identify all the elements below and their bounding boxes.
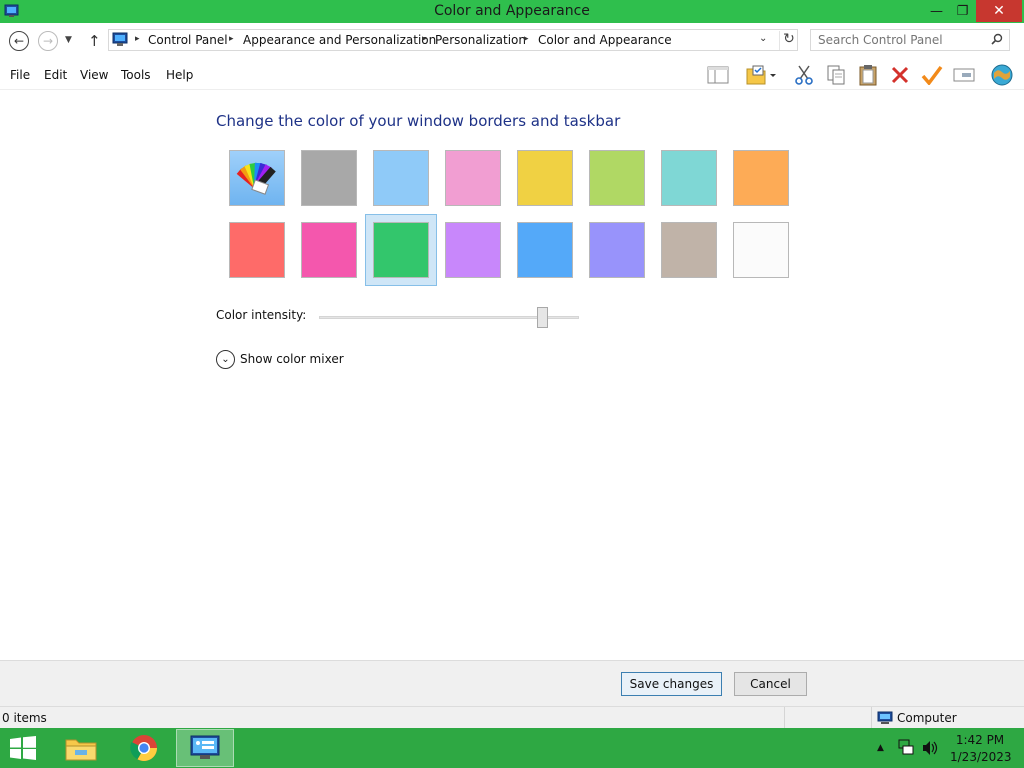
color-swatch[interactable] [589, 222, 645, 278]
address-bar[interactable]: ▸ Control Panel ▸ Appearance and Persona… [108, 29, 798, 51]
title-bar: Color and Appearance — ❐ ✕ [0, 0, 1024, 23]
delete-x-icon [891, 66, 909, 84]
folder-check-icon [746, 65, 776, 85]
breadcrumb-appearance-personalization[interactable]: Appearance and Personalization [243, 33, 436, 47]
menu-bar: File Edit View Tools Help [0, 60, 1024, 90]
breadcrumb-control-panel[interactable]: Control Panel [148, 33, 228, 47]
color-swatch[interactable] [373, 150, 429, 206]
minimize-button[interactable]: — [923, 0, 950, 22]
color-swatch[interactable] [229, 222, 285, 278]
color-swatch[interactable] [517, 150, 573, 206]
scissors-icon [795, 65, 813, 85]
folder-icon [65, 739, 97, 761]
chevron-down-icon[interactable]: ⌄ [759, 33, 767, 44]
clock-time[interactable]: 1:42 PM [950, 733, 1010, 747]
arrow-left-icon: ← [13, 34, 25, 48]
color-intensity-label: Color intensity: [216, 308, 307, 322]
status-location: Computer [897, 711, 957, 725]
up-button[interactable]: ↑ [88, 32, 101, 50]
search-input[interactable] [811, 30, 981, 50]
show-color-mixer-link[interactable]: Show color mixer [240, 352, 344, 366]
clipboard-icon [859, 65, 877, 86]
computer-icon [877, 711, 893, 724]
search-icon[interactable] [991, 33, 1003, 45]
properties-button[interactable] [743, 63, 783, 87]
item-count: 0 items [2, 711, 47, 725]
control-panel-small-icon [112, 32, 128, 46]
cancel-button[interactable]: Cancel [734, 672, 807, 696]
paste-button[interactable] [855, 63, 881, 87]
taskbar-file-explorer[interactable] [52, 729, 110, 767]
taskbar-control-panel[interactable] [176, 729, 234, 767]
slider-thumb[interactable] [537, 307, 548, 328]
preview-pane-button[interactable] [705, 63, 731, 87]
color-swatch[interactable] [445, 150, 501, 206]
color-swatch[interactable] [661, 222, 717, 278]
search-box[interactable] [810, 29, 1010, 51]
address-row: ← → ▼ ↑ ▸ Control Panel ▸ Appearance and… [0, 23, 1024, 60]
breadcrumb-separator-icon[interactable]: ▸ [524, 34, 529, 44]
breadcrumb-personalization[interactable]: Personalization [435, 33, 526, 47]
chrome-icon [130, 735, 158, 762]
apply-button[interactable] [919, 63, 945, 87]
menu-help[interactable]: Help [166, 68, 193, 82]
restore-button[interactable]: ❐ [949, 0, 976, 22]
window-title: Color and Appearance [434, 3, 590, 19]
color-swatch[interactable] [445, 222, 501, 278]
page-title: Change the color of your window borders … [216, 112, 621, 130]
selected-color-swatch[interactable] [373, 222, 429, 278]
rename-icon [953, 68, 975, 82]
breadcrumb-color-appearance[interactable]: Color and Appearance [538, 33, 672, 47]
menu-view[interactable]: View [80, 68, 108, 82]
taskbar-chrome[interactable] [115, 729, 173, 767]
save-changes-button[interactable]: Save changes [621, 672, 722, 696]
arrow-right-icon: → [42, 34, 54, 48]
color-swatch[interactable] [733, 222, 789, 278]
preview-pane-icon [707, 66, 729, 84]
color-swatch[interactable] [589, 150, 645, 206]
close-button[interactable]: ✕ [976, 0, 1022, 22]
color-swatch[interactable] [517, 222, 573, 278]
automatic-color-swatch[interactable] [229, 150, 285, 206]
show-hidden-icons-button[interactable]: ▲ [877, 743, 884, 753]
menu-tools[interactable]: Tools [121, 68, 151, 82]
forward-button[interactable]: → [38, 31, 58, 51]
expand-chevron-icon[interactable]: ⌄ [216, 350, 235, 369]
rename-button[interactable] [951, 63, 977, 87]
back-button[interactable]: ← [9, 31, 29, 51]
menu-edit[interactable]: Edit [44, 68, 67, 82]
volume-icon[interactable] [921, 740, 939, 756]
taskbar: ▲ 1:42 PM 1/23/2023 [0, 728, 1024, 768]
globe-icon [991, 64, 1013, 86]
status-divider [871, 707, 872, 729]
checkmark-icon [921, 65, 943, 85]
copy-button[interactable] [823, 63, 849, 87]
menu-file[interactable]: File [10, 68, 30, 82]
control-panel-icon [190, 735, 220, 759]
refresh-icon[interactable]: ↻ [779, 31, 798, 50]
breadcrumb-separator-icon[interactable]: ▸ [135, 34, 140, 44]
globe-button[interactable] [989, 63, 1015, 87]
clock-date[interactable]: 1/23/2023 [950, 750, 1012, 764]
cut-button[interactable] [791, 63, 817, 87]
network-icon[interactable] [898, 739, 914, 755]
breadcrumb-separator-icon[interactable]: ▸ [229, 34, 234, 44]
recent-locations-dropdown[interactable]: ▼ [65, 35, 72, 45]
color-swatch[interactable] [301, 222, 357, 278]
delete-button[interactable] [887, 63, 913, 87]
status-divider [784, 707, 785, 729]
action-bar: Save changes Cancel [0, 660, 1024, 706]
windows-start-icon[interactable] [8, 736, 38, 760]
color-palette-icon [236, 162, 276, 195]
copy-icon [827, 65, 845, 85]
color-swatch[interactable] [661, 150, 717, 206]
color-swatch[interactable] [733, 150, 789, 206]
breadcrumb-separator-icon[interactable]: ▸ [422, 34, 427, 44]
color-swatch[interactable] [301, 150, 357, 206]
status-bar: 0 items Computer [0, 706, 1024, 729]
